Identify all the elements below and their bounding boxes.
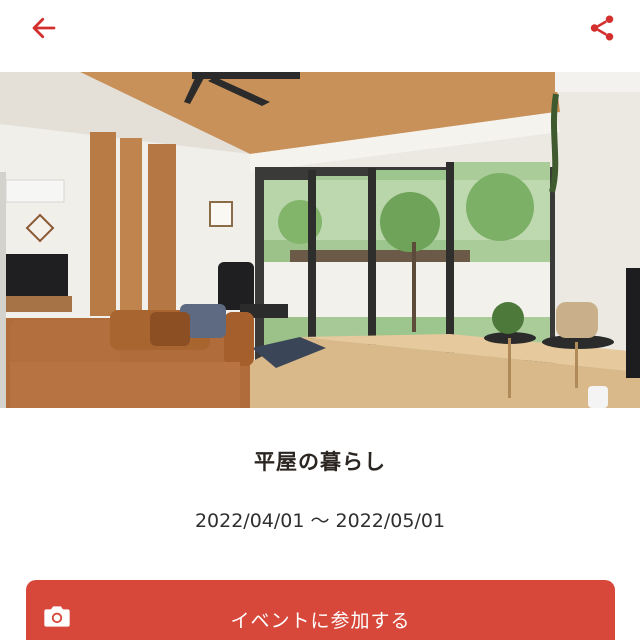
join-event-label: イベントに参加する [230, 610, 411, 632]
share-button[interactable] [578, 4, 626, 52]
share-icon [590, 15, 614, 41]
event-title: 平屋の暮らし [254, 450, 386, 474]
event-period: 2022/04/01 〜 2022/05/01 [194, 510, 446, 532]
arrow-left-icon [32, 17, 56, 39]
living-room-illustration [0, 72, 640, 408]
back-button[interactable] [20, 4, 68, 52]
top-app-bar [0, 0, 640, 72]
event-cover-photo [0, 72, 640, 408]
join-event-button[interactable]: イベントに参加する [26, 580, 615, 640]
